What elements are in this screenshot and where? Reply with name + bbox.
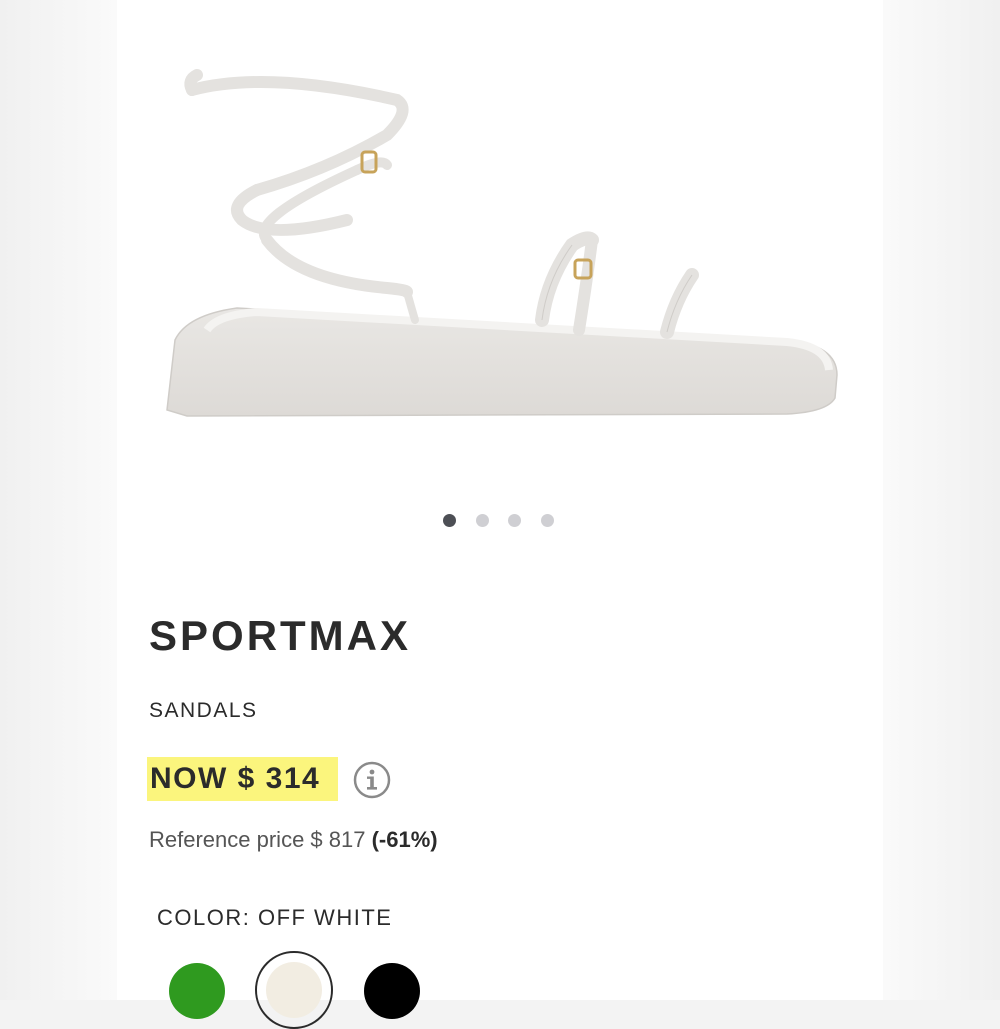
product-panel: SPORTMAX SANDALS NOW $ 314 Reference pri… — [117, 0, 883, 1029]
current-price: NOW $ 314 — [150, 762, 321, 795]
product-category: SANDALS — [149, 699, 258, 722]
carousel-dot-4[interactable] — [541, 514, 554, 527]
carousel-dot-2[interactable] — [476, 514, 489, 527]
reference-price: Reference price $ 817 (-61%) — [149, 827, 438, 853]
color-swatch-green[interactable] — [169, 963, 225, 1019]
background-left — [0, 0, 117, 1000]
color-swatch-off-white[interactable] — [266, 962, 322, 1018]
discount-percent: (-61%) — [371, 827, 438, 852]
color-swatch-black[interactable] — [364, 963, 420, 1019]
product-image-sandal[interactable] — [147, 40, 853, 470]
selected-color-label: COLOR: OFF WHITE — [157, 905, 393, 930]
carousel-dot-3[interactable] — [508, 514, 521, 527]
reference-price-label: Reference price $ 817 — [149, 827, 366, 852]
info-icon[interactable] — [353, 761, 391, 799]
carousel-dot-1[interactable] — [443, 514, 456, 527]
background-right — [883, 0, 1000, 1000]
brand-name[interactable]: SPORTMAX — [149, 612, 411, 660]
